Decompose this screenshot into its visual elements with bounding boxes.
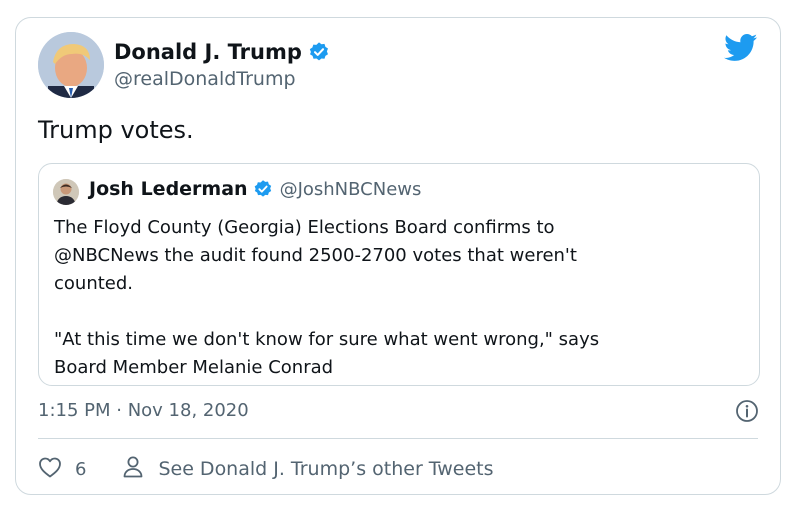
see-other-tweets-label: See Donald J. Trump’s other Tweets	[158, 458, 494, 480]
person-icon	[122, 455, 144, 483]
like-count: 6	[75, 458, 87, 480]
verified-badge-icon	[253, 179, 273, 199]
quoted-author-row: Josh Lederman @JoshNBCNews	[89, 178, 421, 200]
heart-icon	[38, 456, 62, 482]
quoted-text-line: Board Member Melanie Conrad	[54, 357, 334, 378]
quoted-text-line: "At this time we don't know for sure wha…	[54, 329, 600, 350]
author-avatar[interactable]	[38, 32, 104, 98]
see-other-tweets-link[interactable]: See Donald J. Trump’s other Tweets	[122, 455, 494, 483]
tweet-card[interactable]: Donald J. Trump @realDonaldTrump Trump v…	[15, 17, 781, 495]
quoted-tweet-text: The Floyd County (Georgia) Elections Boa…	[54, 214, 744, 382]
quoted-author-name: Josh Lederman	[89, 178, 248, 200]
author-handle[interactable]: @realDonaldTrump	[114, 68, 296, 90]
like-button[interactable]: 6	[38, 456, 86, 482]
tweet-actions: 6 See Donald J. Trump’s other Tweets	[38, 454, 494, 484]
quoted-text-line: The Floyd County (Georgia) Elections Boa…	[54, 217, 555, 238]
author-name[interactable]: Donald J. Trump	[114, 40, 302, 64]
info-icon[interactable]	[735, 399, 759, 427]
quoted-author-avatar	[53, 179, 79, 205]
quoted-author-handle: @JoshNBCNews	[279, 178, 422, 200]
author-name-row[interactable]: Donald J. Trump	[114, 40, 330, 64]
twitter-bird-icon[interactable]	[724, 34, 758, 66]
tweet-text: Trump votes.	[38, 116, 194, 144]
verified-badge-icon	[308, 41, 330, 63]
quoted-tweet[interactable]: Josh Lederman @JoshNBCNews The Floyd Cou…	[38, 163, 760, 386]
divider	[38, 438, 758, 439]
tweet-timestamp[interactable]: 1:15 PM · Nov 18, 2020	[38, 400, 249, 421]
quoted-text-line: counted.	[54, 273, 134, 294]
quoted-text-line: @NBCNews the audit found 2500-2700 votes…	[54, 245, 577, 266]
